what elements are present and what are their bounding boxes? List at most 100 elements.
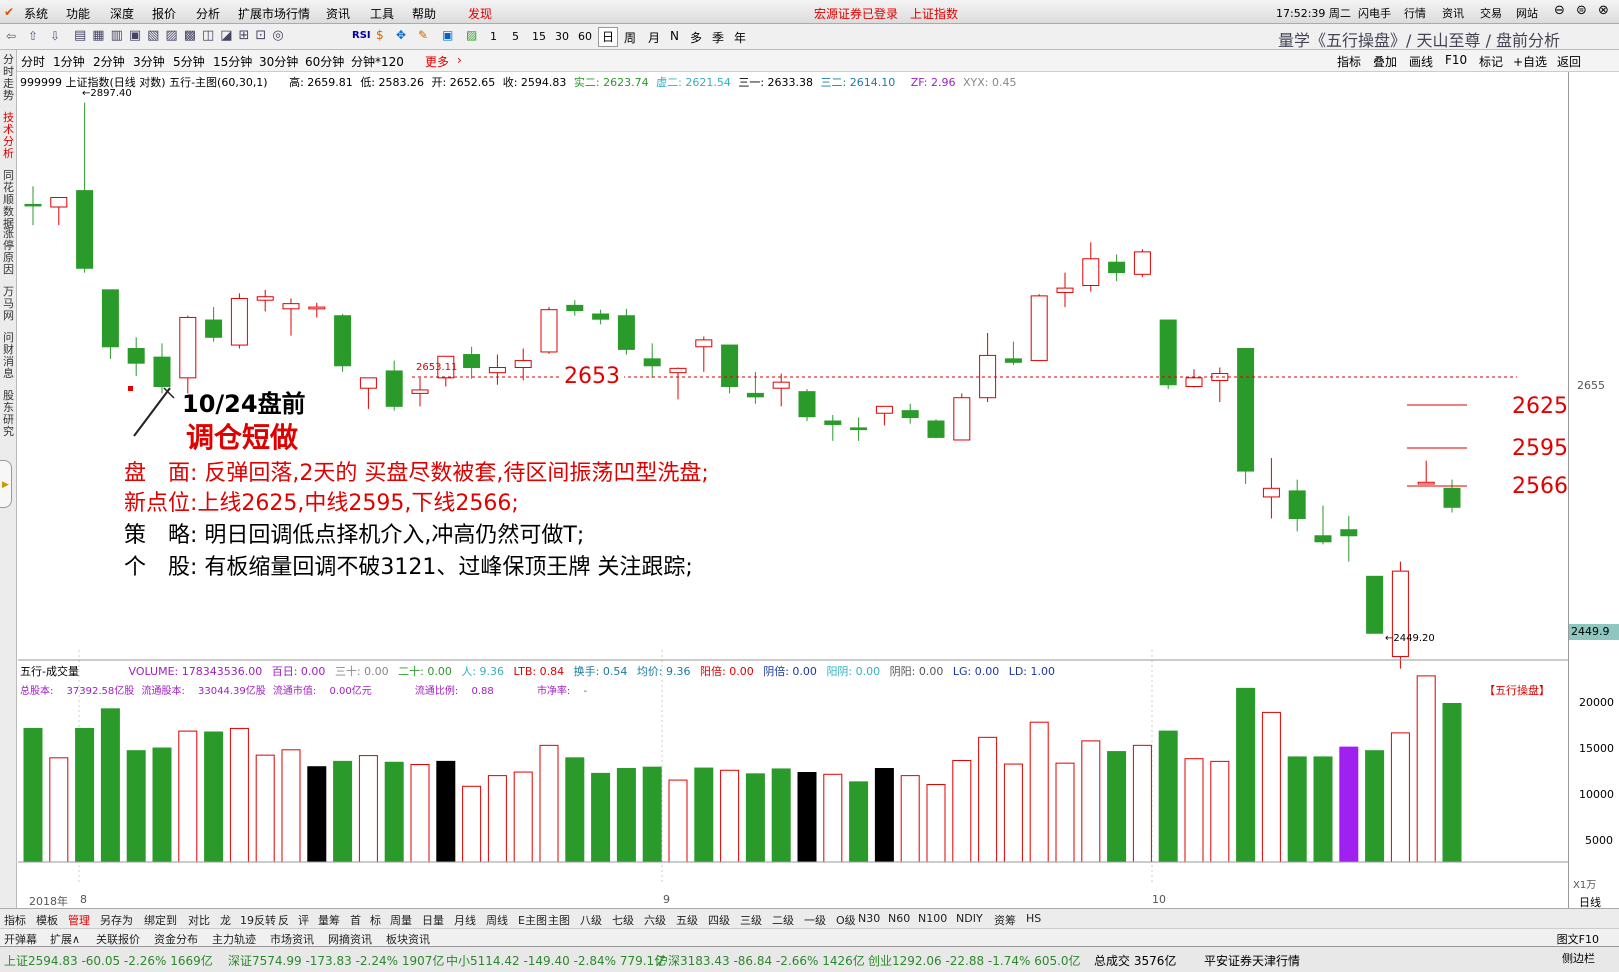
- menu-analysis[interactable]: 分析: [196, 5, 220, 22]
- close-icon[interactable]: ⊗: [1598, 3, 1609, 18]
- status-zx[interactable]: 中小5114.42 -149.40 -2.84% 779.1亿: [446, 952, 666, 969]
- indicator-tab-4[interactable]: 绑定到: [144, 912, 177, 928]
- menu-tools[interactable]: 工具: [370, 5, 394, 22]
- period-year[interactable]: 年: [734, 29, 746, 46]
- f10-link[interactable]: 图文F10: [1557, 931, 1599, 947]
- extension-tab-4[interactable]: 主力轨迹: [212, 931, 256, 947]
- tf-60min[interactable]: 60分钟: [305, 53, 344, 70]
- tab-limit-reason[interactable]: 涨停原因: [1, 228, 16, 276]
- extension-tab-1[interactable]: 扩展∧: [50, 931, 80, 947]
- tool-add-watch[interactable]: +自选: [1513, 53, 1547, 70]
- indicator-tab-15[interactable]: 月线: [454, 912, 476, 928]
- dollar-icon[interactable]: $: [376, 28, 384, 42]
- pencil-icon[interactable]: ✎: [418, 28, 428, 42]
- tf-5min[interactable]: 5分钟: [173, 53, 205, 70]
- indicator-tab-14[interactable]: 日量: [422, 912, 444, 928]
- period-quarter[interactable]: 季: [712, 29, 724, 46]
- indicator-tab-22[interactable]: 五级: [676, 912, 698, 928]
- period-month[interactable]: 月: [648, 29, 660, 46]
- indicator-tab-13[interactable]: 周量: [390, 912, 412, 928]
- tool-mark[interactable]: 标记: [1479, 53, 1503, 70]
- status-sz[interactable]: 深证7574.99 -173.83 -2.24% 1907亿: [228, 952, 444, 969]
- indicator-tab-9[interactable]: 评: [298, 912, 309, 928]
- period-5[interactable]: 5: [512, 30, 519, 43]
- tab-wencai[interactable]: 问财消息: [1, 332, 16, 380]
- menu-depth[interactable]: 深度: [110, 5, 134, 22]
- tab-shareholder[interactable]: 股东研究: [1, 390, 16, 438]
- f10-icon[interactable]: ▣: [442, 28, 453, 42]
- tool-f10[interactable]: F10: [1445, 53, 1467, 67]
- tool-overlay[interactable]: 叠加: [1373, 53, 1397, 70]
- indicator-tab-19[interactable]: 八级: [580, 912, 602, 928]
- tf-30min[interactable]: 30分钟: [259, 53, 298, 70]
- sidebar-toggle[interactable]: 侧边栏: [1562, 950, 1595, 966]
- down-arrow-icon[interactable]: ⇩: [50, 29, 60, 43]
- tab-intraday[interactable]: 分时走势: [1, 54, 16, 102]
- extension-tab-6[interactable]: 网摘资讯: [328, 931, 372, 947]
- indicator-tab-12[interactable]: 标: [370, 912, 381, 928]
- indicator-tab-0[interactable]: 指标: [4, 912, 26, 928]
- indicator-tab-23[interactable]: 四级: [708, 912, 730, 928]
- period-60[interactable]: 60: [578, 30, 592, 43]
- menu-function[interactable]: 功能: [66, 5, 90, 22]
- up-arrow-icon[interactable]: ⇧: [28, 29, 38, 43]
- menu-system[interactable]: 系统: [24, 5, 48, 22]
- back-arrow-icon[interactable]: ⇦: [6, 29, 16, 43]
- indicator-tab-20[interactable]: 七级: [612, 912, 634, 928]
- extension-tab-2[interactable]: 关联报价: [96, 931, 140, 947]
- indicator-tab-30[interactable]: N100: [918, 912, 947, 925]
- tf-more[interactable]: 更多: [425, 53, 449, 70]
- tool-draw[interactable]: 画线: [1409, 53, 1433, 70]
- tf-1min[interactable]: 1分钟: [53, 53, 85, 70]
- move-icon[interactable]: ✥: [396, 28, 406, 42]
- period-week[interactable]: 周: [624, 29, 636, 46]
- extension-tab-7[interactable]: 板块资讯: [386, 931, 430, 947]
- indicator-tab-2[interactable]: 管理: [68, 912, 90, 928]
- indicator-tab-29[interactable]: N60: [888, 912, 910, 925]
- indicator-tab-32[interactable]: 资筹: [994, 912, 1016, 928]
- website-button[interactable]: 网站: [1516, 5, 1538, 21]
- period-1[interactable]: 1: [490, 30, 497, 43]
- tf-2min[interactable]: 2分钟: [93, 53, 125, 70]
- indicator-tab-5[interactable]: 对比: [188, 912, 210, 928]
- indicator-tab-10[interactable]: 量筹: [318, 912, 340, 928]
- chevron-right-icon[interactable]: ›: [457, 53, 462, 67]
- indicator-tab-25[interactable]: 二级: [772, 912, 794, 928]
- indicator-tab-3[interactable]: 另存为: [100, 912, 133, 928]
- indicator-tab-24[interactable]: 三级: [740, 912, 762, 928]
- restore-icon[interactable]: ⊜: [1576, 3, 1587, 18]
- status-cy[interactable]: 创业1292.06 -22.88 -1.74% 605.0亿: [868, 952, 1081, 969]
- menu-news[interactable]: 资讯: [326, 5, 350, 22]
- market-button[interactable]: 行情: [1404, 5, 1426, 21]
- indicator-tab-1[interactable]: 模板: [36, 912, 58, 928]
- indicator-tab-8[interactable]: 反: [278, 912, 289, 928]
- app-logo-icon[interactable]: ✔: [4, 5, 14, 19]
- indicator-tab-18[interactable]: 主图: [548, 912, 570, 928]
- extension-tab-0[interactable]: 开弹幕: [4, 931, 37, 947]
- rsi-icon[interactable]: RSI: [352, 30, 371, 41]
- minimize-icon[interactable]: ⊖: [1554, 3, 1565, 18]
- tool-indicator[interactable]: 指标: [1337, 53, 1361, 70]
- indicator-tab-26[interactable]: 一级: [804, 912, 826, 928]
- tool-return[interactable]: 返回: [1557, 53, 1581, 70]
- tab-ths-data[interactable]: 同花顺数据: [1, 170, 16, 230]
- status-sh[interactable]: 上证2594.83 -60.05 -2.26% 1669亿: [4, 952, 213, 969]
- trade-button[interactable]: 交易: [1480, 5, 1502, 21]
- indicator-tab-31[interactable]: NDIY: [956, 912, 983, 925]
- menu-help[interactable]: 帮助: [412, 5, 436, 22]
- period-15[interactable]: 15: [532, 30, 546, 43]
- tf-intraday[interactable]: 分时: [21, 53, 45, 70]
- tf-120min[interactable]: 分钟*120: [351, 53, 404, 70]
- news-button[interactable]: 资讯: [1442, 5, 1464, 21]
- status-hs[interactable]: 沪深3183.43 -86.84 -2.66% 1426亿: [656, 952, 865, 969]
- period-multi[interactable]: 多: [690, 29, 702, 46]
- menu-discover[interactable]: 发现: [468, 5, 492, 22]
- chart-tool-icons[interactable]: ▤▦▥▣▧▨▩◫◪⊞⊡◎: [74, 28, 374, 46]
- extension-tab-5[interactable]: 市场资讯: [270, 931, 314, 947]
- indicator-tab-17[interactable]: E主图: [518, 912, 547, 928]
- indicator-tab-27[interactable]: O级: [836, 912, 856, 928]
- indicator-tab-28[interactable]: N30: [858, 912, 880, 925]
- indicator-tab-33[interactable]: HS: [1026, 912, 1041, 925]
- tf-3min[interactable]: 3分钟: [133, 53, 165, 70]
- period-day[interactable]: 日: [598, 27, 618, 47]
